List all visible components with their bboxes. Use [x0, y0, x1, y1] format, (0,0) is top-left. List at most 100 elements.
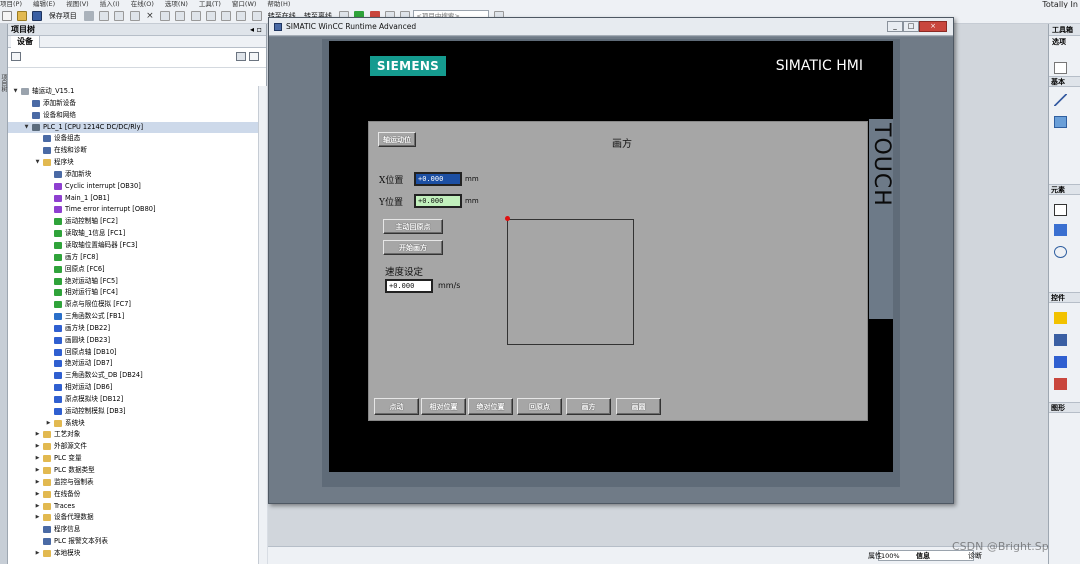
tree-item[interactable]: 读取轴位置编码器 [FC3]	[8, 240, 258, 252]
tree-item[interactable]: ▼ PLC_1 [CPU 1214C DC/DC/Rly]	[8, 121, 258, 134]
tree-item[interactable]: 相对运行轴 [FC4]	[8, 287, 258, 299]
menu-item[interactable]: 项目(P)	[0, 0, 22, 8]
redo-icon[interactable]	[175, 11, 186, 21]
paste-icon[interactable]	[129, 11, 140, 21]
tree-item[interactable]: ▶ 系统块	[8, 418, 258, 430]
line-tool-icon[interactable]	[1054, 94, 1067, 106]
expand-arrow-icon[interactable]: ▼	[23, 122, 30, 134]
tree-item[interactable]: PLC 报警文本列表	[8, 536, 258, 548]
menu-item[interactable]: 插入(I)	[100, 0, 120, 8]
section-controls[interactable]: 控件	[1049, 292, 1080, 303]
collapse-arrow-icon[interactable]: ▶	[34, 489, 41, 501]
tree-item[interactable]: 在线和诊断	[8, 145, 258, 157]
start-draw-square-button[interactable]: 开始画方	[383, 240, 443, 255]
section-elements[interactable]: 元素	[1049, 184, 1080, 195]
tree-item[interactable]: 原点与限位模拟 [FC7]	[8, 299, 258, 311]
info-tab[interactable]: 信息	[916, 551, 930, 561]
tree-item[interactable]: 原点模拟块 [DB12]	[8, 394, 258, 406]
axis-motion-button[interactable]: 轴运动位	[378, 132, 416, 147]
pointer-icon[interactable]	[1054, 62, 1067, 74]
rectangle-tool-icon[interactable]	[1054, 116, 1067, 128]
tree-item[interactable]: ▶ 本地模块	[8, 548, 258, 560]
compile-icon[interactable]	[190, 11, 201, 21]
tree-item[interactable]: 绝对运动 [DB7]	[8, 358, 258, 370]
collapse-arrow-icon[interactable]: ▶	[34, 465, 41, 477]
clock-tool-icon[interactable]	[1054, 246, 1067, 258]
user-view-icon[interactable]	[1054, 356, 1067, 368]
tree-item[interactable]: 添加新设备	[8, 98, 258, 110]
minimize-button[interactable]: _	[887, 21, 903, 32]
save-icon[interactable]	[32, 11, 43, 21]
collapse-arrow-icon[interactable]: ▶	[34, 477, 41, 489]
tree-item[interactable]: ▶ 外部源文件	[8, 441, 258, 453]
tree-item[interactable]: 画圆块 [DB23]	[8, 335, 258, 347]
bar-tool-icon[interactable]	[1054, 224, 1067, 236]
nav-button[interactable]: 相对位置	[421, 398, 466, 415]
tree-item[interactable]: ▶ 监控与强制表	[8, 477, 258, 489]
section-graphics[interactable]: 图形	[1049, 402, 1080, 413]
expand-arrow-icon[interactable]: ▼	[34, 157, 41, 169]
collapse-arrow-icon[interactable]: ▶	[45, 418, 52, 430]
nav-button[interactable]: 回原点	[517, 398, 562, 415]
collapse-arrow-icon[interactable]: ▶	[34, 441, 41, 453]
x-position-field[interactable]: +0.000	[414, 172, 462, 186]
menu-item[interactable]: 选项(N)	[165, 0, 188, 8]
collapse-arrow-icon[interactable]: ▶	[34, 501, 41, 513]
tree-scrollbar[interactable]	[258, 86, 267, 564]
tree-item[interactable]: ▶ 设备代理数据	[8, 512, 258, 524]
collapse-arrow-icon[interactable]: ▶	[34, 429, 41, 441]
collapse-arrow-icon[interactable]: ▶	[34, 512, 41, 524]
tree-item[interactable]: Cyclic interrupt [OB30]	[8, 181, 258, 193]
home-axis-button[interactable]: 主动回原点	[383, 219, 443, 234]
tree-item[interactable]: ▼ 程序块	[8, 157, 258, 169]
copy-icon[interactable]	[114, 11, 125, 21]
tree-item[interactable]: ▶ 在线备份	[8, 489, 258, 501]
close-button[interactable]: ×	[919, 21, 947, 32]
simulation-icon[interactable]	[236, 11, 247, 21]
collapse-arrow-icon[interactable]: ▶	[34, 453, 41, 465]
tree-item[interactable]: 程序信息	[8, 524, 258, 536]
tree-item[interactable]: 添加新块	[8, 169, 258, 181]
runtime-title-bar[interactable]: SIMATIC WinCC Runtime Advanced _ □ ×	[269, 18, 953, 36]
io-field-tool-icon[interactable]	[1054, 204, 1067, 216]
panel-collapse-icon[interactable]: ◂ ▫	[250, 24, 262, 36]
delete-icon[interactable]: ×	[145, 11, 155, 21]
speed-field[interactable]: +0.000	[385, 279, 433, 293]
cut-icon[interactable]	[99, 11, 110, 21]
menu-item[interactable]: 编辑(E)	[33, 0, 55, 8]
undo-icon[interactable]	[160, 11, 171, 21]
tree-item[interactable]: Main_1 [OB1]	[8, 193, 258, 205]
open-project-icon[interactable]	[17, 11, 28, 21]
alarm-view-icon[interactable]	[1054, 312, 1067, 324]
overview-icon[interactable]	[11, 52, 21, 61]
tree-item[interactable]: 三角函数公式_DB [DB24]	[8, 370, 258, 382]
download-icon[interactable]	[205, 11, 216, 21]
monitor-icon[interactable]	[251, 11, 262, 21]
y-position-field[interactable]: +0.000	[414, 194, 462, 208]
print-icon[interactable]	[83, 11, 94, 21]
menu-item[interactable]: 帮助(H)	[267, 0, 290, 8]
tree-item[interactable]: 运动控制轴 [FC2]	[8, 216, 258, 228]
tree-item[interactable]: ▶ Traces	[8, 501, 258, 513]
collapse-arrow-icon[interactable]: ▶	[34, 548, 41, 560]
tab-devices[interactable]: 设备	[11, 36, 40, 48]
new-project-icon[interactable]	[2, 11, 12, 21]
pdf-view-icon[interactable]	[1054, 378, 1067, 390]
tree-item[interactable]: 设备和网络	[8, 110, 258, 122]
tree-item[interactable]: Time error interrupt [OB80]	[8, 204, 258, 216]
tree-item[interactable]: ▶ PLC 数据类型	[8, 465, 258, 477]
maximize-button[interactable]: □	[903, 21, 919, 32]
nav-button[interactable]: 画圆	[616, 398, 661, 415]
collapsed-side-strip[interactable]: 项目树	[0, 24, 8, 564]
tree-item[interactable]: 画方 [FC8]	[8, 252, 258, 264]
tree-item[interactable]: ▼ 轴运动_V15.1	[8, 86, 258, 98]
tree-options-icon[interactable]	[249, 52, 259, 61]
menu-item[interactable]: 窗口(W)	[232, 0, 257, 8]
tree-item[interactable]: 读取轴_1信息 [FC1]	[8, 228, 258, 240]
menu-item[interactable]: 工具(T)	[199, 0, 221, 8]
save-project-button[interactable]: 保存项目	[49, 8, 77, 23]
menu-item[interactable]: 视图(V)	[66, 0, 89, 8]
tree-item[interactable]: 运动控制模拟 [DB3]	[8, 406, 258, 418]
tree-item[interactable]: 画方块 [DB22]	[8, 323, 258, 335]
nav-button[interactable]: 绝对位置	[468, 398, 513, 415]
